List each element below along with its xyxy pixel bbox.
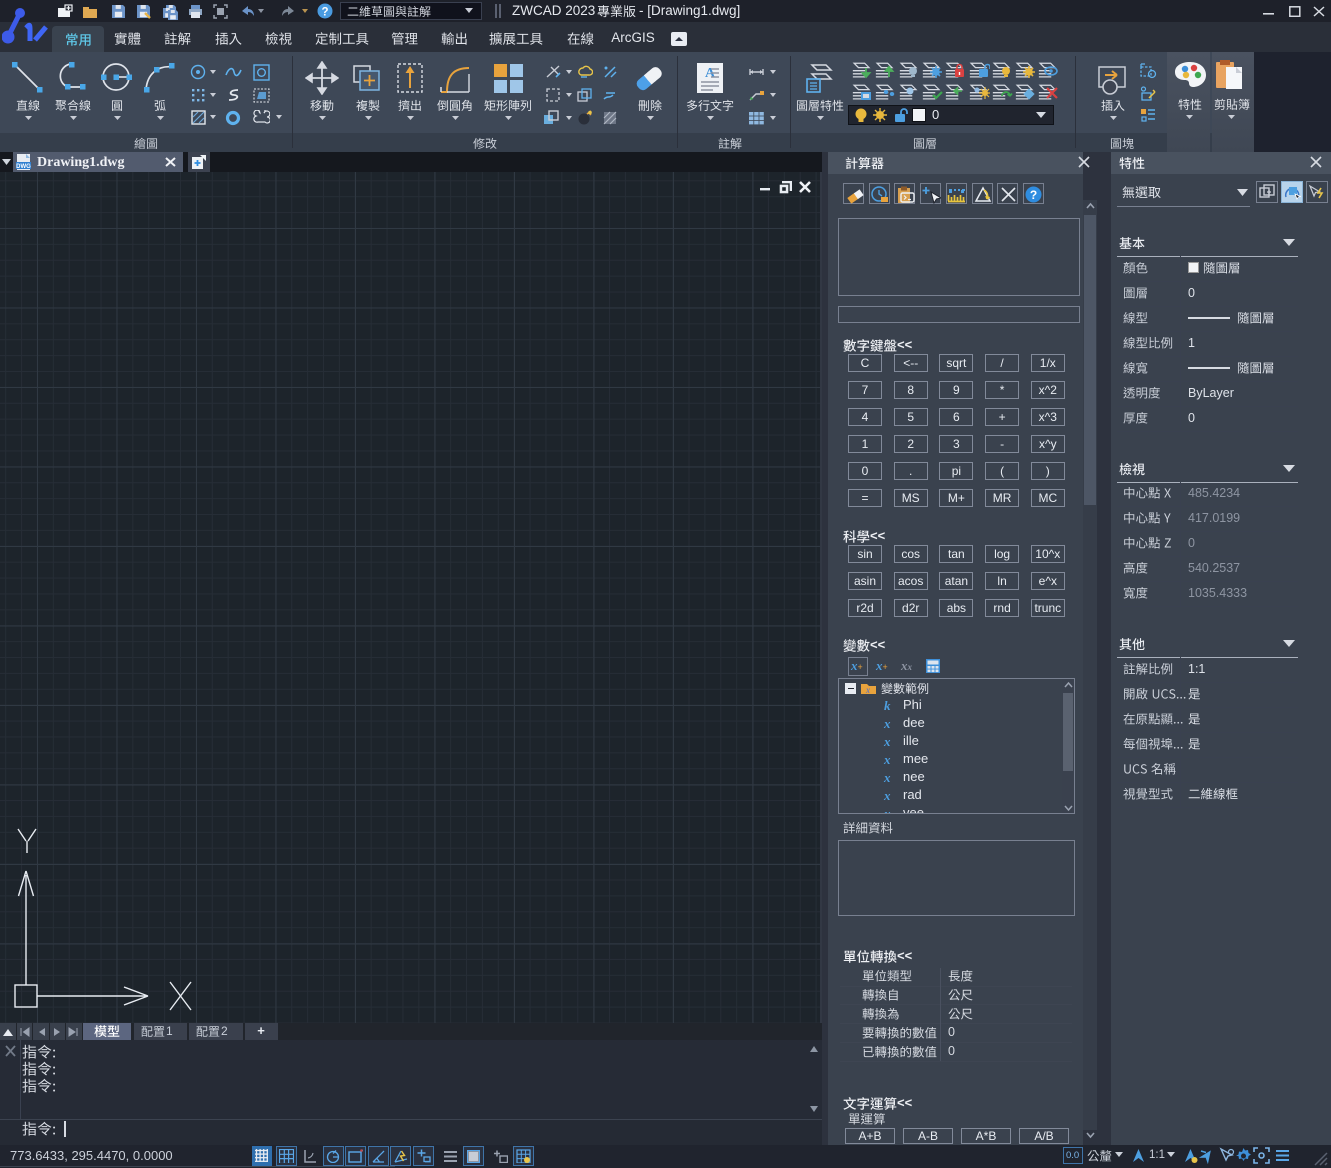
svg-text:?: ?: [321, 7, 328, 19]
svg-text:?: ?: [1030, 188, 1037, 202]
svg-text:DWG: DWG: [16, 164, 31, 170]
